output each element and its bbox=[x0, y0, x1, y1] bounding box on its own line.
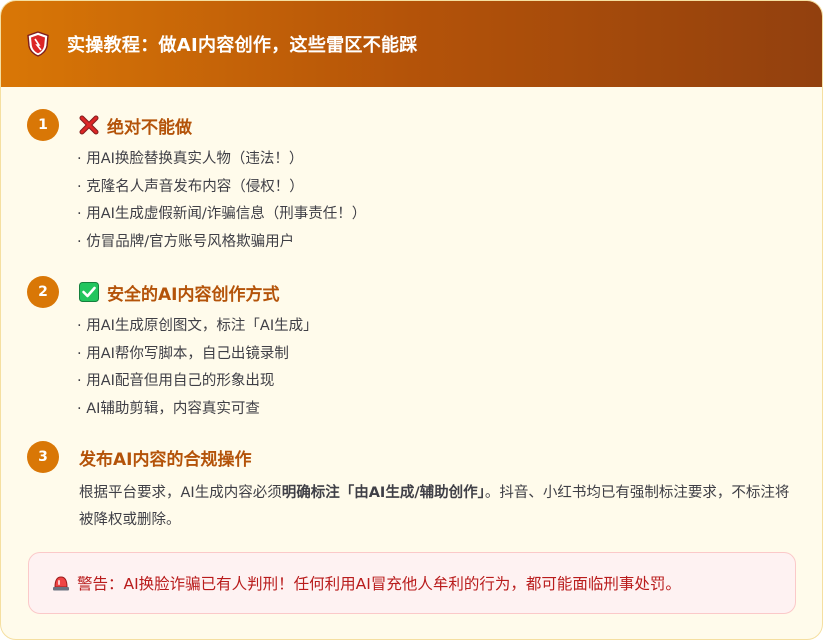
section-title-text: 绝对不能做 bbox=[107, 117, 192, 138]
section-title-1: 绝对不能做 bbox=[79, 109, 192, 141]
siren-icon bbox=[51, 574, 71, 592]
list-item: · 用AI帮你写脚本，自己出镜录制 bbox=[77, 345, 289, 362]
shield-icon bbox=[27, 31, 51, 57]
section-title-2: 安全的AI内容创作方式 bbox=[79, 276, 279, 308]
check-mark-icon bbox=[79, 282, 99, 302]
list-item: · 克隆名人声音发布内容（侵权！） bbox=[77, 178, 304, 195]
page-title: 实操教程：做AI内容创作，这些雷区不能踩 bbox=[67, 35, 418, 56]
list-item: · 用AI配音但用自己的形象出现 bbox=[77, 373, 275, 389]
list-item: · 用AI生成虚假新闻/诈骗信息（刑事责任！） bbox=[77, 206, 367, 222]
tutorial-card: 实操教程：做AI内容创作，这些雷区不能踩 1 绝对不能做 · 用AI换脸替换真实… bbox=[0, 0, 823, 640]
cross-mark-icon bbox=[79, 115, 99, 135]
card-header: 实操教程：做AI内容创作，这些雷区不能踩 bbox=[1, 1, 822, 87]
warning-box: 警告：AI换脸诈骗已有人判刑！任何利用AI冒充他人牟利的行为，都可能面临刑事处罚… bbox=[28, 552, 796, 614]
list-item: · 用AI换脸替换真实人物（违法！） bbox=[77, 151, 304, 167]
para-emphasis: 明确标注「由AI生成/辅助创作」 bbox=[281, 485, 485, 501]
section-2-list: · 用AI生成原创图文，标注「AI生成」 · 用AI帮你写脚本，自己出镜录制 ·… bbox=[77, 313, 318, 423]
step-badge-2: 2 bbox=[27, 276, 59, 308]
step-badge-1: 1 bbox=[27, 109, 59, 141]
section-title-3: 发布AI内容的合规操作 bbox=[79, 441, 251, 473]
section-1-list: · 用AI换脸替换真实人物（违法！） · 克隆名人声音发布内容（侵权！） · 用… bbox=[77, 146, 366, 256]
list-item: · 用AI生成原创图文，标注「AI生成」 bbox=[77, 318, 318, 334]
step-badge-3: 3 bbox=[27, 441, 59, 473]
section-title-text: 发布AI内容的合规操作 bbox=[79, 449, 252, 470]
list-item: · 仿冒品牌/官方账号风格欺骗用户 bbox=[77, 233, 295, 250]
section-3-paragraph: 根据平台要求，AI生成内容必须明确标注「由AI生成/辅助创作」。抖音、小红书均已… bbox=[79, 480, 793, 534]
warning-text: 警告：AI换脸诈骗已有人判刑！任何利用AI冒充他人牟利的行为，都可能面临刑事处罚… bbox=[77, 575, 681, 593]
para-text: 根据平台要求，AI生成内容必须 bbox=[79, 485, 282, 501]
section-title-text: 安全的AI内容创作方式 bbox=[107, 284, 280, 305]
list-item: · AI辅助剪辑，内容真实可查 bbox=[77, 400, 260, 417]
